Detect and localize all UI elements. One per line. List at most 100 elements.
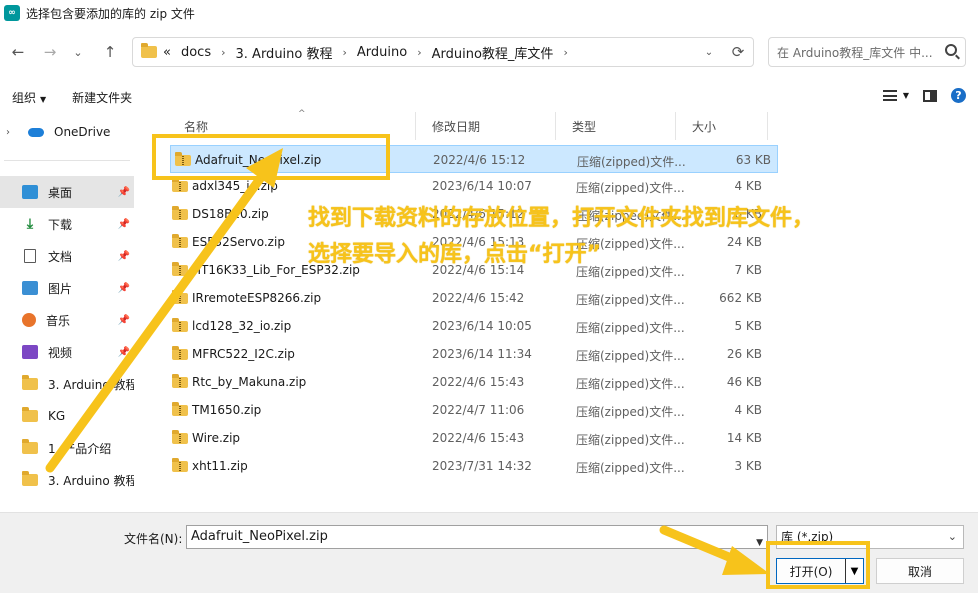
file-date: 2022/4/6 15:42 <box>432 291 525 305</box>
command-toolbar: 组织 ▼ 新建文件夹 ▼ ? <box>0 82 978 112</box>
up-arrow-icon: ↑ <box>103 43 117 61</box>
recent-locations-button[interactable]: ⌄ <box>64 38 92 66</box>
folder-icon <box>22 471 38 486</box>
up-button[interactable]: ↑ <box>96 38 124 66</box>
sidebar-item-label: 1. 产品介绍 <box>48 441 112 456</box>
column-header-size[interactable]: 大小 <box>676 112 768 140</box>
caret-down-icon[interactable]: ▼ <box>903 91 909 100</box>
file-type: 压缩(zipped)文件... <box>576 181 685 195</box>
search-box[interactable]: 在 Arduino教程_库文件 中... <box>768 37 966 67</box>
sidebar-item-label: 文档 <box>48 249 73 264</box>
filename-input[interactable]: Adafruit_NeoPixel.zip ▼ <box>186 525 768 549</box>
sidebar-item-label: 音乐 <box>46 313 71 328</box>
sidebar-item-label: OneDrive <box>54 125 111 139</box>
breadcrumb-arduino-tutorial[interactable]: 3. Arduino 教程 <box>236 43 333 62</box>
column-header-type[interactable]: 类型 <box>556 112 676 140</box>
breadcrumb-separator[interactable]: › <box>221 46 225 59</box>
cancel-button[interactable]: 取消 <box>876 558 964 584</box>
desktop-icon <box>22 185 38 199</box>
sidebar-item-pictures[interactable]: 图片 📌 <box>0 272 134 304</box>
window-title: 选择包含要添加的库的 zip 文件 <box>26 6 195 21</box>
zip-folder-icon <box>172 430 188 444</box>
file-name: lcd128_32_io.zip <box>192 319 292 333</box>
sidebar-item-arduino-tutorial[interactable]: 3. Arduino 教程 <box>0 368 134 400</box>
file-type: 压缩(zipped)文件... <box>576 293 685 307</box>
sidebar-item-label: KG <box>48 409 66 423</box>
sidebar-item-desktop[interactable]: 桌面 📌 <box>0 176 134 208</box>
column-header-date[interactable]: 修改日期 <box>416 112 556 140</box>
address-dropdown-icon[interactable]: ⌄ <box>695 47 723 58</box>
highlight-selected-file <box>152 134 390 180</box>
file-date: 2022/4/6 15:12 <box>433 153 526 167</box>
zip-folder-icon <box>172 374 188 388</box>
file-date: 2023/7/31 14:32 <box>432 459 532 473</box>
zip-folder-icon <box>172 346 188 360</box>
address-bar[interactable]: « docs › 3. Arduino 教程 › Arduino › Ardui… <box>132 37 754 67</box>
sidebar-item-kg[interactable]: KG <box>0 400 134 432</box>
file-row[interactable]: IRremoteESP8266.zip 2022/4/6 15:42 压缩(zi… <box>168 284 768 312</box>
zip-folder-icon <box>172 178 188 192</box>
chevron-down-icon[interactable]: ▼ <box>756 532 763 554</box>
new-folder-button[interactable]: 新建文件夹 <box>72 89 132 106</box>
chevron-right-icon[interactable]: › <box>6 127 18 138</box>
view-options-icon[interactable] <box>882 90 897 101</box>
breadcrumb-separator[interactable]: › <box>417 46 421 59</box>
sidebar-item-videos[interactable]: 视频 📌 <box>0 336 134 368</box>
file-row[interactable]: MFRC522_I2C.zip 2023/6/14 11:34 压缩(zippe… <box>168 340 768 368</box>
breadcrumb-overflow[interactable]: « <box>163 45 171 60</box>
back-arrow-icon: ← <box>11 43 25 61</box>
sidebar-item-music[interactable]: 音乐 📌 <box>0 304 134 336</box>
pin-icon: 📌 <box>117 186 130 198</box>
download-icon: ⤓ <box>26 216 34 232</box>
file-list: Adafruit_NeoPixel.zip 2022/4/6 15:12 压缩(… <box>168 140 778 510</box>
help-icon[interactable]: ? <box>951 88 966 103</box>
back-button[interactable]: ← <box>4 38 32 66</box>
file-row[interactable]: Rtc_by_Makuna.zip 2022/4/6 15:43 压缩(zipp… <box>168 368 768 396</box>
file-size: 5 KB <box>734 319 762 333</box>
sidebar-divider <box>4 160 130 161</box>
chevron-down-icon[interactable]: ⌄ <box>948 526 957 548</box>
sidebar-item-label: 桌面 <box>48 185 73 200</box>
filename-value: Adafruit_NeoPixel.zip <box>191 529 328 544</box>
sidebar-item-label: 图片 <box>48 281 73 296</box>
organize-button[interactable]: 组织 ▼ <box>12 89 46 106</box>
refresh-icon[interactable]: ⟳ <box>723 43 753 61</box>
file-date: 2023/6/14 10:05 <box>432 319 532 333</box>
sidebar-item-downloads[interactable]: ⤓ 下载 📌 <box>0 208 134 240</box>
breadcrumb-separator[interactable]: › <box>563 46 567 59</box>
file-row[interactable]: lcd128_32_io.zip 2023/6/14 10:05 压缩(zipp… <box>168 312 768 340</box>
sidebar-item-onedrive[interactable]: › OneDrive <box>0 116 134 148</box>
file-size: 24 KB <box>726 235 762 249</box>
file-row[interactable]: Wire.zip 2022/4/6 15:43 压缩(zipped)文件... … <box>168 424 768 452</box>
forward-arrow-icon: → <box>43 43 57 61</box>
navigation-pane: › OneDrive 桌面 📌 ⤓ 下载 📌 文档 📌 图片 📌 音乐 📌 视频… <box>0 116 136 508</box>
cloud-icon <box>28 127 44 137</box>
folder-icon <box>22 439 38 454</box>
file-row[interactable]: xht11.zip 2023/7/31 14:32 压缩(zipped)文件..… <box>168 452 768 480</box>
instruction-line-1: 找到下载资料的存放位置，打开文件夹找到库文件， <box>308 206 815 231</box>
search-input[interactable]: 在 Arduino教程_库文件 中... <box>777 44 933 61</box>
search-icon <box>945 44 957 56</box>
file-type: 压缩(zipped)文件... <box>576 349 685 363</box>
breadcrumb-separator[interactable]: › <box>343 46 347 59</box>
picture-icon <box>22 281 38 295</box>
arduino-app-icon: ∞ <box>4 5 20 21</box>
breadcrumb-library-folder[interactable]: Arduino教程_库文件 <box>432 43 554 62</box>
title-bar: ∞ 选择包含要添加的库的 zip 文件 <box>0 0 978 26</box>
breadcrumb-docs[interactable]: docs <box>181 45 211 60</box>
preview-pane-icon[interactable] <box>923 89 937 102</box>
sidebar-item-label: 下载 <box>48 217 73 232</box>
breadcrumb-arduino[interactable]: Arduino <box>357 45 407 60</box>
sidebar-item-documents[interactable]: 文档 📌 <box>0 240 134 272</box>
column-header-label: 类型 <box>572 119 597 134</box>
sidebar-item-arduino-tutorial-2[interactable]: 3. Arduino 教程 <box>0 464 134 496</box>
file-type: 压缩(zipped)文件... <box>576 321 685 335</box>
file-row[interactable]: TM1650.zip 2022/4/7 11:06 压缩(zipped)文件..… <box>168 396 768 424</box>
forward-button[interactable]: → <box>36 38 64 66</box>
file-name: TM1650.zip <box>192 403 262 417</box>
chevron-down-icon: ⌄ <box>73 45 83 59</box>
sidebar-item-product-intro[interactable]: 1. 产品介绍 <box>0 432 134 464</box>
zip-folder-icon <box>172 402 188 416</box>
pin-icon: 📌 <box>117 218 130 230</box>
pin-icon: 📌 <box>117 250 130 262</box>
